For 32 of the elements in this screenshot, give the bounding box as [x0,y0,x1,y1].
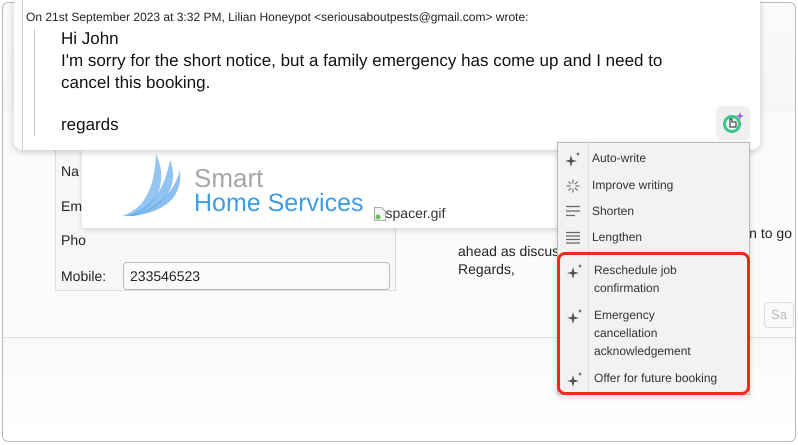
input-field[interactable]: 233546523 [123,262,390,290]
menu-item[interactable]: Auto-write [558,149,749,168]
sparkle-icon [567,264,583,280]
field-label: Mobile: [61,266,106,286]
burst-icon [566,179,580,193]
logo-icon [122,154,182,218]
quote-text: I'm sorry for the short notice, but a family emergency has come up and I need to cancel this booking. [61,50,664,94]
image-alt-text: spacer.gif [386,204,446,223]
field-label: Em [61,196,82,216]
broken-image-icon [374,206,386,220]
ai-assistant-button[interactable] [716,106,750,140]
message-text: ahead as discus [458,242,560,260]
message-text: n to go [749,224,793,242]
menu-item[interactable]: Emergency cancellation acknowledgement [560,306,747,360]
lines-icon [565,205,581,217]
menu-item[interactable]: Shorten [558,202,749,220]
lines-icon [565,231,581,245]
sparkle-icon [567,309,583,325]
field-label: Pho [61,231,86,250]
logo-text: Home Services [194,191,364,216]
field-label: Na [61,162,79,181]
quote-text: regards [61,114,119,136]
message-text: Regards, [458,260,515,278]
sparkle-icon [567,372,583,388]
sparkle-icon [565,152,581,168]
menu-item[interactable]: Improve writing [558,176,749,194]
menu-item[interactable]: Offer for future booking [560,369,747,388]
menu-item[interactable]: Reschedule job confirmation [560,261,747,297]
quote-header: On 21st September 2023 at 3:32 PM, Lilian Honeypot <seriousaboutpests@gmail.com> wrote: [26,9,530,26]
menu-item[interactable]: Lengthen [558,228,749,246]
logo-text: Smart [194,165,264,191]
quote-text: Hi John [61,28,120,50]
